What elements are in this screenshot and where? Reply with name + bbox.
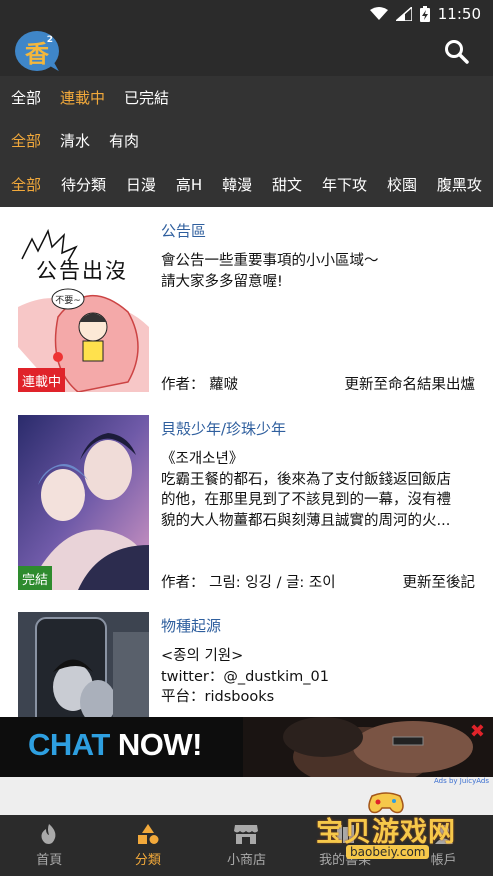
search-button[interactable] [443, 38, 471, 66]
status-time: 11:50 [437, 5, 481, 23]
list-item[interactable]: 物種起源 <종의 기원> twitter：@_dustkim_01 平台：rid… [0, 602, 493, 717]
nav-label: 小商店 [226, 853, 266, 868]
description-line: 吃霸王餐的都石，後來為了支付飯錢返回飯店 [161, 471, 451, 488]
comic-title[interactable]: 貝殼少年/珍珠少年 [161, 418, 286, 439]
logo-text: 香 [25, 39, 49, 68]
status-badge: 連載中 [18, 368, 66, 392]
comic-list[interactable]: 不要~ 公告出沒 連載中 公告區 會公告一些重要事項的小小區域～ 請大家多多留意… [0, 207, 493, 717]
speech-bubble-text: 不要~ [55, 295, 81, 306]
description-line: 《조개소년》 [161, 451, 244, 467]
description-line: 的他，在那里見到了不該見到的一幕，沒有禮 [161, 492, 451, 508]
description-line: <종의 기원> [161, 648, 244, 664]
wifi-icon [369, 7, 388, 21]
watermark-text: 宝贝游戏网 [316, 817, 456, 848]
ad-background-image [243, 717, 493, 777]
description-line: ... [161, 708, 479, 718]
app-header: 香 2 [0, 28, 493, 76]
comic-description: 《조개소년》 吃霸王餐的都石，後來為了支付飯錢返回飯店 的他，在那里見到了不該見… [161, 449, 479, 531]
ad-banner[interactable]: CHAT NOW! ✖ [0, 717, 493, 777]
description-line: twitter：@_dustkim_01 [161, 668, 329, 685]
filter-type-mature[interactable]: 有肉 [109, 130, 139, 151]
flame-icon [41, 824, 56, 844]
description-line: 貌的大人物薑都石與刻薄且誠實的周河的火... [161, 512, 451, 529]
filter-genre-japanese[interactable]: 日漫 [126, 174, 156, 195]
filter-genre-campus[interactable]: 校園 [387, 174, 417, 195]
comic-author: 作者： 蘿啵 [161, 377, 239, 393]
type-filter-row: 全部 清水 有肉 [0, 118, 493, 162]
ad-close-icon[interactable]: ✖ [470, 721, 485, 742]
filter-type-all[interactable]: 全部 [11, 130, 41, 151]
search-icon [445, 40, 469, 64]
watermark-url: baobeiy.com [346, 845, 430, 859]
list-item[interactable]: 完結 貝殼少年/珍珠少年 《조개소년》 吃霸王餐的都石，後來為了支付飯錢返回飯店… [0, 405, 493, 591]
nav-home[interactable]: 首頁 [0, 815, 99, 876]
logo-superscript: 2 [46, 35, 53, 45]
app-logo[interactable]: 香 2 [15, 31, 59, 71]
ad-headline[interactable]: CHAT NOW! [28, 727, 203, 763]
ad-headline-part2: NOW! [117, 727, 203, 762]
filter-genre-high-h[interactable]: 高H [176, 174, 202, 195]
comic-title[interactable]: 公告區 [161, 220, 206, 241]
nav-store[interactable]: 小商店 [197, 815, 296, 876]
filter-status-all[interactable]: 全部 [11, 87, 41, 108]
filter-type-clean[interactable]: 清水 [60, 130, 90, 151]
store-icon [234, 825, 259, 844]
ad-headline-part1: CHAT [28, 727, 110, 762]
app-root: 11:50 香 2 全部 連載中 已完結 全部 清水 有肉 全部 待分類 日漫 … [0, 0, 493, 876]
battery-charging-icon [419, 6, 430, 22]
shapes-icon [137, 824, 159, 844]
signal-icon [395, 7, 412, 21]
filter-genre-korean[interactable]: 韓漫 [222, 174, 252, 195]
nav-category[interactable]: 分類 [99, 815, 198, 876]
filter-status-completed[interactable]: 已完結 [124, 87, 169, 108]
cover-image[interactable] [18, 612, 149, 717]
ad-credit[interactable]: Ads by JuicyAds [434, 777, 489, 785]
comic-description: <종의 기원> twitter：@_dustkim_01 平台：ridsbook… [161, 646, 479, 717]
comic-update-status: 更新至後記 [402, 575, 476, 591]
status-filter-row: 全部 連載中 已完結 [0, 76, 493, 118]
filter-genre-scheming-top[interactable]: 腹黑攻 [437, 174, 482, 195]
cover-title-text: 公告出沒 [36, 259, 128, 283]
filter-status-ongoing[interactable]: 連載中 [60, 87, 105, 108]
description-line: 平台：ridsbooks [161, 689, 275, 705]
status-badge: 完結 [18, 566, 53, 590]
cover-image[interactable]: 不要~ 公告出沒 [18, 217, 149, 392]
description-line: 請大家多多留意喔! [161, 273, 283, 290]
nav-label: 首頁 [36, 853, 63, 868]
comic-title[interactable]: 物種起源 [161, 615, 221, 636]
filter-genre-sweet[interactable]: 甜文 [272, 174, 302, 195]
watermark: 宝贝游戏网 baobeiy.com [312, 790, 472, 870]
filter-genre-unsorted[interactable]: 待分類 [61, 174, 106, 195]
nav-label: 分類 [134, 853, 161, 868]
genre-filter-row: 全部 待分類 日漫 高H 韓漫 甜文 年下攻 校園 腹黑攻 [0, 162, 493, 207]
filter-genre-younger-top[interactable]: 年下攻 [322, 174, 367, 195]
filter-genre-all[interactable]: 全部 [11, 174, 41, 195]
description-line: 會公告一些重要事項的小小區域～ [161, 253, 379, 269]
cover-image[interactable] [18, 415, 149, 590]
list-item[interactable]: 不要~ 公告出沒 連載中 公告區 會公告一些重要事項的小小區域～ 請大家多多留意… [0, 207, 493, 393]
comic-description: 會公告一些重要事項的小小區域～ 請大家多多留意喔! [161, 251, 479, 292]
status-bar: 11:50 [0, 0, 493, 28]
comic-update-status: 更新至命名結果出爐 [344, 377, 476, 393]
comic-author: 作者： 그림: 잉깅 / 글: 조이 [161, 575, 336, 591]
